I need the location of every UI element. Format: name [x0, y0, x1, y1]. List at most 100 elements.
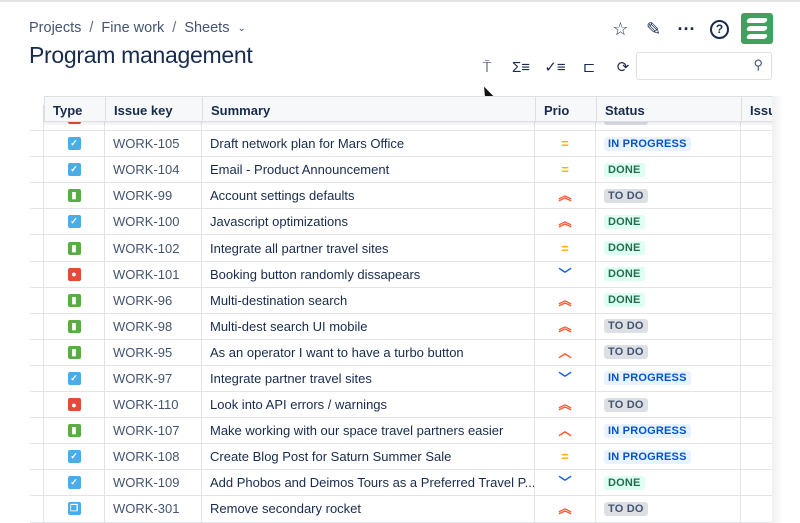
issue-key-cell[interactable]: WORK-301	[105, 496, 202, 522]
breadcrumb-fine-work[interactable]: Fine work	[101, 20, 164, 36]
issue-key[interactable]: WORK-109	[113, 475, 179, 490]
search-icon[interactable]: ⚲	[753, 57, 763, 73]
issue-key[interactable]: WORK-108	[113, 449, 179, 464]
issue-cell[interactable]	[741, 288, 772, 313]
issue-key-cell[interactable]: WORK-100	[105, 209, 202, 235]
issue-cell[interactable]	[741, 262, 772, 287]
issue-key-cell[interactable]: WORK-105	[105, 131, 202, 157]
table-row[interactable]: ▮ WORK-107 Make working with our space t…	[30, 418, 772, 445]
summary-cell[interactable]: Integrate all partner travel sites	[202, 235, 535, 261]
paint-roller-icon[interactable]: ⍑	[470, 56, 504, 78]
summary-cell[interactable]: Add Phobos and Deimos Tours as a Preferr…	[202, 470, 535, 496]
breadcrumb-projects[interactable]: Projects	[29, 20, 81, 36]
star-icon[interactable]: ☆	[604, 17, 637, 41]
summary-cell[interactable]: Remove secondary rocket	[202, 496, 535, 522]
priority-cell[interactable]: ﹀	[535, 365, 596, 392]
issue-key[interactable]: WORK-102	[113, 241, 179, 256]
status-cell[interactable]: TO DO	[596, 313, 741, 339]
issue-key[interactable]: WORK-96	[113, 293, 172, 308]
priority-cell[interactable]: =	[535, 235, 596, 261]
table-row[interactable]: ✓ WORK-105 Draft network plan for Mars O…	[30, 131, 772, 158]
status-cell[interactable]: DONE	[596, 209, 741, 235]
status-cell[interactable]: DONE	[596, 157, 741, 183]
summary-cell[interactable]: Make working with our space travel partn…	[202, 418, 535, 444]
issue-key-cell[interactable]: WORK-107	[105, 418, 202, 444]
column-header-issue[interactable]: Issu	[742, 97, 772, 121]
search-input[interactable]	[637, 53, 747, 79]
issue-key-cell[interactable]: WORK-97	[105, 365, 202, 392]
issue-key[interactable]: WORK-99	[113, 188, 172, 203]
priority-cell[interactable]: =	[535, 131, 596, 157]
issue-key-cell[interactable]: WORK-101	[105, 261, 202, 287]
issue-key[interactable]: WORK-98	[113, 319, 172, 334]
table-row[interactable]: ● WORK-101 Booking button randomly dissa…	[30, 261, 772, 288]
table-row[interactable]: ▮ WORK-102 Integrate all partner travel …	[30, 235, 772, 262]
summary-cell[interactable]: Javascript optimizations	[202, 209, 535, 235]
checklist-icon[interactable]: ✓≡	[538, 56, 572, 78]
status-cell[interactable]: IN PROGRESS	[596, 418, 741, 444]
issue-key-cell[interactable]: WORK-96	[105, 287, 202, 313]
priority-cell[interactable]: ︽	[535, 392, 596, 418]
column-header-summary[interactable]: Summary	[203, 97, 536, 121]
priority-cell[interactable]: ︽	[535, 287, 596, 313]
summary-cell[interactable]: Booking button randomly dissapears	[202, 261, 535, 287]
chevron-down-icon[interactable]: ⌄	[237, 23, 245, 34]
issue-cell[interactable]	[741, 444, 772, 469]
summary-cell[interactable]: Email - Product Announcement	[202, 157, 535, 183]
search-field[interactable]: ⚲	[636, 52, 772, 80]
issue-key-cell[interactable]: WORK-104	[105, 157, 202, 183]
issue-key-cell[interactable]: WORK-95	[105, 339, 202, 365]
table-row[interactable]: ▮ WORK-98 Multi-dest search UI mobile ︽ …	[30, 313, 772, 340]
column-header-type[interactable]: Type	[45, 97, 106, 121]
more-options-icon[interactable]: ···	[670, 17, 703, 41]
summary-cell[interactable]: Create Blog Post for Saturn Summer Sale	[202, 444, 535, 470]
issue-cell[interactable]	[741, 209, 772, 234]
status-cell[interactable]: DONE	[596, 287, 741, 313]
issue-cell[interactable]	[741, 314, 772, 339]
priority-cell[interactable]: ︽	[535, 183, 596, 209]
issue-key[interactable]: WORK-110	[113, 397, 179, 412]
issue-key-cell[interactable]: WORK-98	[105, 313, 202, 339]
priority-cell[interactable]: =	[535, 444, 596, 470]
issue-key-cell[interactable]: WORK-108	[105, 444, 202, 470]
summary-cell[interactable]: Multi-dest search UI mobile	[202, 313, 535, 339]
status-cell[interactable]: IN PROGRESS	[596, 131, 741, 157]
column-header-prio[interactable]: Prio	[536, 97, 597, 121]
priority-cell[interactable]: ︽	[535, 496, 596, 522]
table-row[interactable]: ▮ WORK-96 Multi-destination search ︽ DON…	[30, 287, 772, 314]
priority-cell[interactable]: ︽	[535, 313, 596, 339]
status-cell[interactable]: DONE	[596, 261, 741, 287]
issue-key[interactable]: WORK-101	[113, 267, 179, 282]
issue-cell[interactable]	[741, 470, 772, 495]
table-row[interactable]: ▮ WORK-95 As an operator I want to have …	[30, 339, 772, 366]
column-header-issue-key[interactable]: Issue key	[106, 97, 203, 121]
status-cell[interactable]: IN PROGRESS	[596, 444, 741, 470]
status-cell[interactable]: DONE	[596, 235, 741, 261]
issue-cell[interactable]	[741, 340, 772, 365]
issue-key-cell[interactable]: WORK-110	[105, 392, 202, 418]
summary-cell[interactable]: Multi-destination search	[202, 287, 535, 313]
issue-cell[interactable]	[741, 157, 772, 182]
status-cell[interactable]: TO DO	[596, 496, 741, 522]
issue-cell[interactable]	[741, 392, 772, 417]
priority-cell[interactable]: ﹀	[535, 470, 596, 496]
app-logo[interactable]	[741, 13, 773, 44]
issue-cell[interactable]	[741, 131, 772, 156]
issue-key[interactable]: WORK-301	[113, 501, 179, 516]
summary-cell[interactable]: As an operator I want to have a turbo bu…	[202, 339, 535, 365]
table-row[interactable]: ✓ WORK-97 Integrate partner travel sites…	[30, 365, 772, 393]
issue-key[interactable]: WORK-107	[113, 423, 179, 438]
issue-key[interactable]: WORK-97	[113, 371, 172, 386]
issue-key[interactable]: WORK-105	[113, 136, 179, 151]
issue-key[interactable]: WORK-100	[113, 214, 179, 229]
issue-cell[interactable]	[741, 418, 772, 443]
priority-cell[interactable]: ﹀	[535, 261, 596, 287]
table-row[interactable]: ✓ WORK-104 Email - Product Announcement …	[30, 157, 772, 184]
status-cell[interactable]: TO DO	[596, 339, 741, 365]
help-icon[interactable]: ?	[703, 17, 736, 41]
issue-key[interactable]: WORK-104	[113, 162, 179, 177]
priority-cell[interactable]: ︿	[535, 339, 596, 365]
summary-cell[interactable]: Draft network plan for Mars Office	[202, 131, 535, 157]
issue-key[interactable]: WORK-95	[113, 345, 172, 360]
issue-key-cell[interactable]: WORK-99	[105, 183, 202, 209]
